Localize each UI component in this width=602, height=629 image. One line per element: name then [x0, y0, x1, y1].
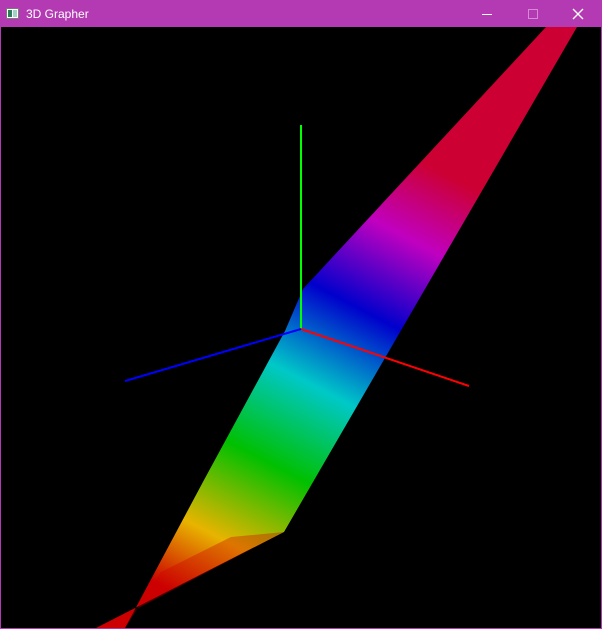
window-title: 3D Grapher [26, 7, 89, 21]
minimize-icon [482, 14, 492, 15]
maximize-icon [528, 9, 538, 19]
maximize-button[interactable] [510, 1, 556, 27]
app-window-icon [6, 8, 19, 19]
title-bar[interactable]: 3D Grapher [1, 1, 601, 27]
app-window: 3D Grapher [0, 0, 602, 629]
close-icon [572, 8, 584, 20]
graph-viewport[interactable] [1, 27, 601, 628]
close-button[interactable] [555, 1, 601, 27]
minimize-button[interactable] [464, 1, 510, 27]
